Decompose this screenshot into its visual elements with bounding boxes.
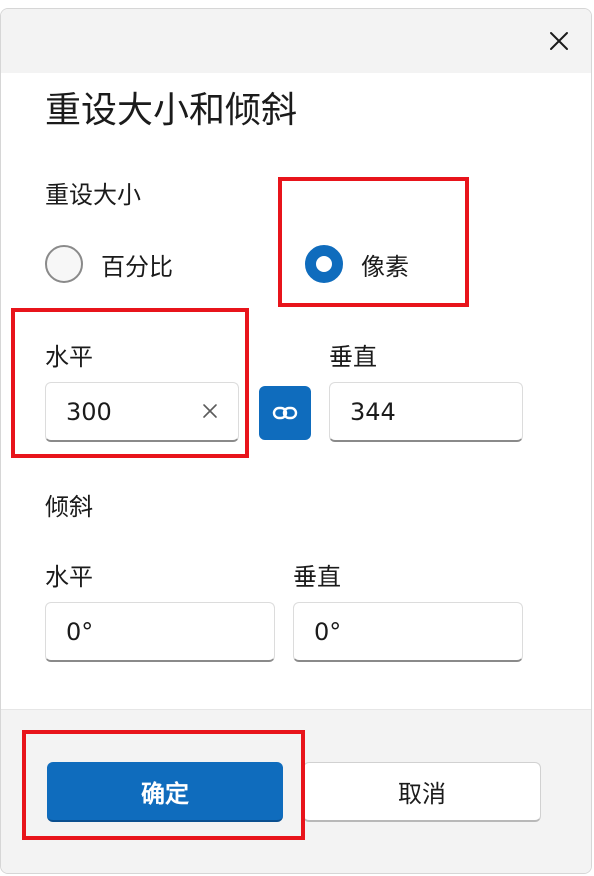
- cancel-button[interactable]: 取消: [303, 762, 541, 822]
- radio-percent[interactable]: 百分比: [45, 245, 173, 283]
- ok-button[interactable]: 确定: [47, 762, 283, 822]
- skew-vertical-value: 0°: [314, 617, 342, 646]
- radio-percent-circle: [45, 245, 83, 283]
- close-button[interactable]: [541, 23, 577, 59]
- link-icon: [272, 406, 298, 420]
- radio-pixels-label: 像素: [361, 252, 409, 281]
- resize-section-label: 重设大小: [45, 181, 141, 209]
- resize-vertical-input[interactable]: 344: [329, 382, 523, 442]
- resize-skew-dialog: 重设大小和倾斜 重设大小 百分比 像素 水平 垂直 300 344 倾斜 水平 …: [0, 8, 592, 874]
- skew-horizontal-label: 水平: [45, 563, 93, 591]
- title-bar: [1, 9, 591, 73]
- resize-vertical-label: 垂直: [329, 343, 377, 371]
- close-icon: [550, 32, 568, 50]
- skew-horizontal-input[interactable]: 0°: [45, 602, 275, 662]
- skew-vertical-input[interactable]: 0°: [293, 602, 523, 662]
- radio-pixels-circle: [305, 245, 343, 283]
- radio-percent-label: 百分比: [101, 252, 173, 281]
- resize-horizontal-value: 300: [66, 397, 112, 426]
- radio-pixels[interactable]: 像素: [305, 245, 409, 283]
- resize-vertical-value: 344: [350, 397, 396, 426]
- link-aspect-ratio-button[interactable]: [259, 386, 311, 440]
- skew-vertical-label: 垂直: [293, 563, 341, 591]
- clear-icon[interactable]: [200, 401, 220, 421]
- dialog-footer: 确定 取消: [1, 709, 591, 873]
- resize-horizontal-label: 水平: [45, 343, 93, 371]
- skew-section-label: 倾斜: [45, 493, 93, 521]
- resize-horizontal-input[interactable]: 300: [45, 382, 239, 442]
- skew-horizontal-value: 0°: [66, 617, 94, 646]
- dialog-title: 重设大小和倾斜: [45, 90, 298, 131]
